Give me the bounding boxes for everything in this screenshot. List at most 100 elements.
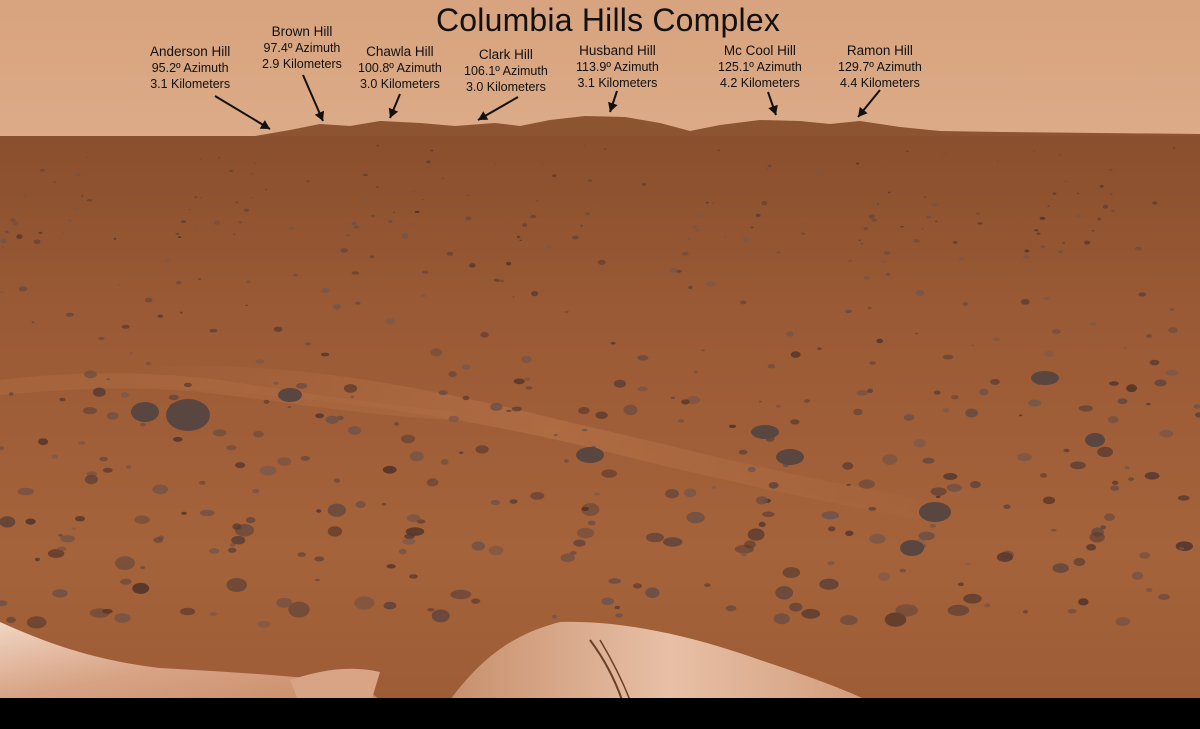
- rock: [583, 144, 586, 146]
- rock: [1057, 250, 1063, 254]
- rock: [250, 172, 254, 175]
- rock: [273, 381, 279, 385]
- rock: [392, 211, 395, 213]
- rock: [1139, 552, 1151, 559]
- rock: [564, 310, 569, 313]
- rock: [821, 511, 840, 520]
- rock: [67, 219, 72, 222]
- rock: [401, 434, 415, 444]
- rock: [863, 227, 869, 231]
- rock: [1017, 453, 1032, 462]
- rock: [535, 200, 539, 202]
- rock: [717, 149, 721, 152]
- rock: [744, 540, 756, 549]
- rock: [876, 338, 883, 344]
- rock: [180, 220, 187, 223]
- rock: [569, 551, 577, 555]
- rock: [1107, 416, 1119, 424]
- rock: [688, 285, 693, 290]
- rock: [12, 221, 18, 226]
- rock: [684, 488, 697, 498]
- rock: [951, 395, 959, 400]
- rock: [1022, 610, 1029, 614]
- rock: [363, 173, 368, 177]
- rock: [900, 540, 924, 556]
- rock: [252, 489, 260, 494]
- rock: [375, 186, 380, 188]
- rock: [465, 216, 472, 221]
- rock: [642, 182, 647, 186]
- rock: [71, 527, 77, 530]
- rock: [801, 608, 821, 619]
- rock: [775, 586, 794, 600]
- rock: [351, 221, 357, 226]
- rock: [40, 168, 45, 172]
- rock: [625, 243, 628, 245]
- rock: [16, 234, 23, 239]
- rock: [1154, 379, 1167, 387]
- rock: [84, 474, 98, 485]
- rock: [441, 177, 445, 180]
- rock: [687, 237, 691, 240]
- rock: [73, 207, 79, 210]
- rock: [1144, 472, 1160, 480]
- rock: [1134, 246, 1142, 251]
- hill-distance: 4.4 Kilometers: [839, 76, 920, 90]
- rock: [180, 607, 196, 616]
- hill-distance: 3.1 Kilometers: [577, 76, 658, 90]
- rock: [1062, 241, 1066, 244]
- rock: [992, 337, 1000, 342]
- rock: [553, 434, 558, 437]
- rock: [1023, 255, 1030, 259]
- rock: [289, 227, 294, 230]
- rock: [914, 332, 919, 335]
- rock: [388, 220, 393, 223]
- rock: [521, 355, 532, 364]
- rock: [513, 378, 525, 385]
- rock: [353, 225, 359, 229]
- rock: [930, 487, 947, 496]
- rock: [74, 516, 86, 522]
- rock: [320, 352, 330, 357]
- rock: [277, 457, 292, 466]
- rock: [541, 162, 544, 164]
- rock: [198, 278, 202, 280]
- rock: [1073, 557, 1086, 567]
- rock: [525, 386, 533, 390]
- rock: [845, 309, 852, 314]
- rock: [942, 407, 950, 413]
- rock: [114, 613, 131, 623]
- rock: [637, 355, 649, 361]
- rock: [115, 556, 135, 570]
- rock: [776, 404, 781, 408]
- rock: [1126, 384, 1137, 393]
- rock: [1097, 446, 1113, 458]
- rock: [579, 224, 584, 227]
- rock: [915, 289, 925, 297]
- rock: [33, 239, 41, 245]
- rock: [383, 601, 397, 610]
- rock: [199, 480, 206, 485]
- rock: [320, 288, 331, 293]
- rock: [1110, 485, 1120, 491]
- rock: [867, 306, 872, 310]
- rock: [31, 321, 35, 324]
- rock: [1043, 296, 1050, 300]
- martian-landscape: [0, 0, 1200, 729]
- rock: [922, 457, 935, 464]
- rock: [573, 539, 586, 547]
- rock: [446, 251, 454, 256]
- rock: [645, 587, 660, 598]
- rock: [871, 218, 878, 222]
- rock: [524, 377, 530, 381]
- rock: [506, 409, 512, 413]
- rock: [698, 213, 705, 217]
- rock: [1003, 504, 1011, 510]
- hill-name: Brown Hill: [271, 24, 333, 39]
- rock: [512, 296, 515, 298]
- rock: [931, 203, 938, 207]
- rock: [131, 402, 159, 422]
- rock: [327, 526, 343, 537]
- rock: [979, 388, 989, 396]
- rock: [1177, 495, 1190, 501]
